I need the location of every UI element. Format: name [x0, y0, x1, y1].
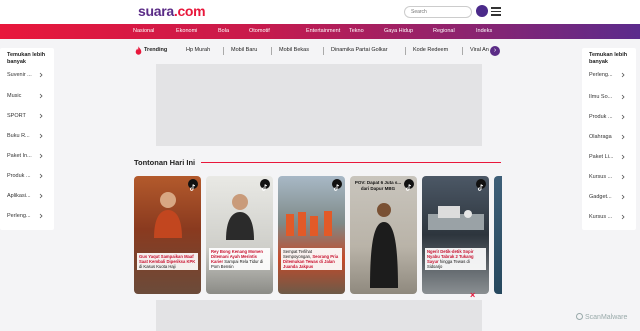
video-caption: Rey Bong Kenang Momen Ditemani Ayah Meri… [209, 248, 270, 270]
nav-item-otomotif[interactable]: Otomotif [249, 28, 270, 34]
hamburger-menu-icon[interactable] [491, 7, 501, 16]
scanmalware-logo-icon [576, 313, 583, 320]
nav-item-ekonomi[interactable]: Ekonomi [176, 28, 197, 34]
video-overlay-text: POV: Dapat 6 Juta s... dari Dapur MBG [354, 180, 402, 191]
ad-banner-bottom[interactable] [156, 300, 482, 331]
crowd-thumbnail [286, 211, 332, 236]
chevron-right-icon [39, 72, 43, 78]
page: suara.com Nasional Ekonomi Bola Otomotif… [0, 0, 640, 331]
flame-icon [135, 46, 142, 55]
close-ad-icon[interactable]: × [470, 290, 475, 300]
nav-item-gaya-hidup[interactable]: Gaya Hidup [384, 28, 413, 34]
nav-item-bola[interactable]: Bola [218, 28, 229, 34]
street-thumbnail [428, 206, 484, 230]
chevron-right-icon [39, 93, 43, 99]
tiktok-icon [476, 179, 486, 191]
divider [271, 47, 272, 55]
chevron-right-icon [621, 154, 625, 160]
chevron-right-icon [621, 72, 625, 78]
chevron-right-icon [621, 114, 625, 120]
video-card[interactable]: Sempat Terlihat Sempoyongan, Seorang Pri… [278, 176, 345, 294]
left-suggestion-panel: Temukan lebih banyak Suvenir ... Music S… [0, 48, 54, 230]
tiktok-icon [188, 179, 198, 191]
person-thumbnail [370, 203, 398, 288]
chevron-right-icon [39, 133, 43, 139]
logo-suffix: .com [173, 3, 206, 19]
trending-item[interactable]: Mobil Bekas [279, 47, 309, 53]
chevron-right-icon [621, 214, 625, 220]
nav-item-nasional[interactable]: Nasional [133, 28, 154, 34]
trending-item[interactable]: Dinamika Partai Golkar [331, 47, 388, 53]
ad-banner-top[interactable] [156, 64, 482, 146]
section-title: Tontonan Hari Ini [134, 158, 196, 167]
video-card[interactable]: Gus Yaqut Sampaikan Maaf Saat Kembali Di… [134, 176, 201, 294]
trending-item[interactable]: Kode Redeem [413, 47, 448, 53]
logo-text: suara [138, 3, 174, 19]
chevron-right-icon [39, 113, 43, 119]
chevron-right-icon [39, 173, 43, 179]
divider [405, 47, 406, 55]
chevron-right-icon [39, 193, 43, 199]
person-thumbnail [154, 192, 182, 238]
divider [323, 47, 324, 55]
panel-title: Temukan lebih banyak [589, 52, 628, 65]
person-thumbnail [226, 194, 254, 240]
chevron-right-icon [621, 94, 625, 100]
video-card[interactable]: Ngeri! Detik-detik Sopir Nyabu Tabrak 2 … [422, 176, 489, 294]
search-input[interactable] [404, 6, 472, 18]
nav-item-entertainment[interactable]: Entertainment [306, 28, 340, 34]
nav-item-tekno[interactable]: Tekno [349, 28, 364, 34]
nav-item-indeks[interactable]: Indeks [476, 28, 492, 34]
watermark-text: ScanMalware [585, 314, 628, 321]
chevron-right-icon [39, 153, 43, 159]
video-caption: Gus Yaqut Sampaikan Maaf Saat Kembali Di… [137, 253, 198, 270]
caption-text: Sempat Terlihat Sempoyongan, [283, 249, 313, 259]
divider [462, 47, 463, 55]
divider [223, 47, 224, 55]
trending-label: Trending [144, 47, 168, 53]
top-header: suara.com [0, 0, 640, 24]
tiktok-icon [260, 179, 270, 191]
trending-bar: Trending Hp Murah Mobil Baru Mobil Bekas… [130, 44, 504, 58]
caption-highlight: Gus Yaqut Sampaikan Maaf Saat Kembali Di… [139, 254, 196, 264]
watermark: ScanMalware [576, 313, 627, 321]
video-caption: Sempat Terlihat Sempoyongan, Seorang Pri… [281, 248, 342, 270]
chevron-right-icon [39, 213, 43, 219]
trending-item[interactable]: Hp Murah [186, 47, 210, 53]
site-logo[interactable]: suara.com [138, 3, 206, 19]
tiktok-icon [332, 179, 342, 191]
caption-text: di Kasus Kuota Haji [139, 264, 176, 269]
user-avatar[interactable] [476, 5, 488, 17]
video-card[interactable]: Rey Bong Kenang Momen Ditemani Ayah Meri… [206, 176, 273, 294]
chevron-right-icon [621, 174, 625, 180]
chevron-right-icon [621, 194, 625, 200]
right-suggestion-panel: Temukan lebih banyak Perleng... Ilmu So.… [582, 48, 636, 230]
trending-item[interactable]: Mobil Baru [231, 47, 257, 53]
section-divider [201, 162, 501, 163]
category-nav: Nasional Ekonomi Bola Otomotif Entertain… [0, 24, 640, 39]
video-caption: Ngeri! Detik-detik Sopir Nyabu Tabrak 2 … [425, 248, 486, 270]
nav-item-regional[interactable]: Regional [433, 28, 455, 34]
tiktok-icon [404, 179, 414, 191]
trending-item[interactable]: Viral An [470, 47, 489, 53]
panel-title: Temukan lebih banyak [7, 52, 46, 65]
video-card[interactable]: POV: Dapat 6 Juta s... dari Dapur MBG [350, 176, 417, 294]
trending-next-button[interactable]: › [490, 46, 500, 56]
video-card-partial[interactable] [494, 176, 502, 294]
chevron-right-icon [621, 134, 625, 140]
